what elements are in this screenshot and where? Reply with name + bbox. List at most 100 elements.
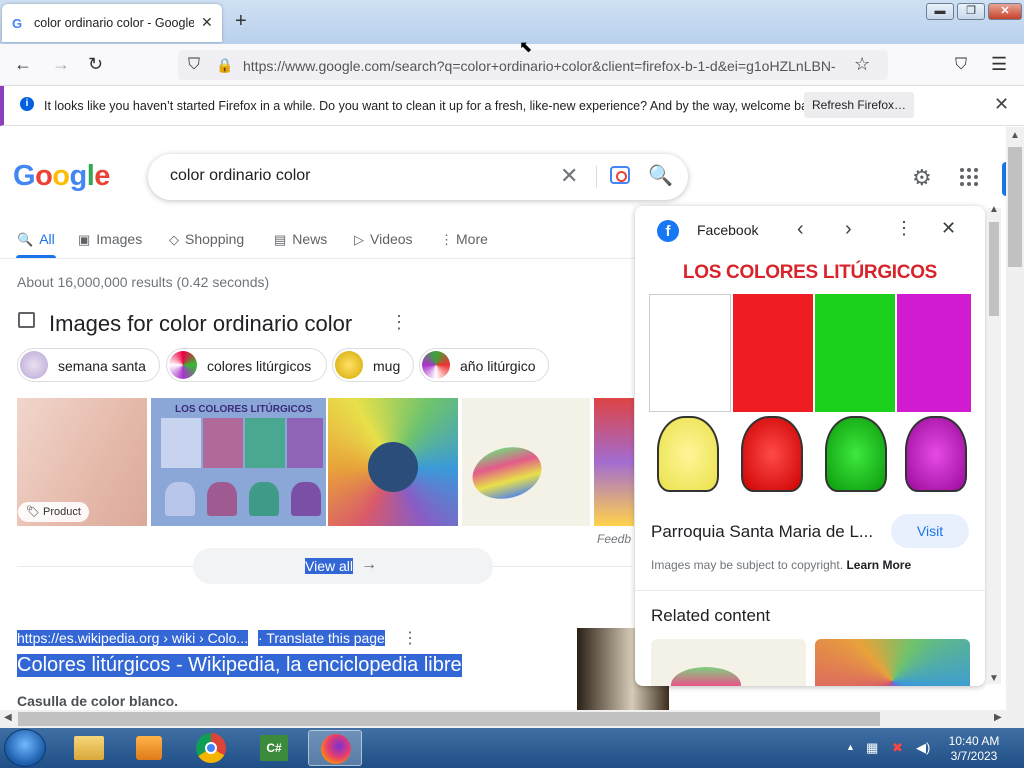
color-block-white (649, 294, 731, 412)
explorer-taskbar-button[interactable] (62, 730, 116, 766)
forward-icon[interactable]: → (52, 54, 70, 75)
page-scroll-thumb[interactable] (1008, 147, 1022, 267)
source-name[interactable]: Facebook (697, 222, 758, 238)
close-notification-icon[interactable]: ✕ (994, 94, 1009, 115)
images-heading[interactable]: Images for color ordinario color (49, 311, 352, 337)
new-tab-button[interactable]: + (235, 10, 247, 33)
gear-icon[interactable]: ⚙ (912, 165, 932, 191)
image-icon: ▣ (78, 232, 91, 247)
scroll-left-icon[interactable]: ◀ (4, 712, 12, 723)
previous-icon[interactable]: ‹ (797, 218, 804, 241)
image-icon (18, 312, 35, 328)
scroll-down-icon[interactable]: ▼ (989, 673, 999, 684)
lock-icon[interactable]: 🔒 (216, 57, 233, 74)
tab-label: More (456, 231, 488, 247)
more-options-icon[interactable]: ⋮ (390, 312, 408, 333)
chip-thumbnail (422, 351, 450, 379)
next-icon[interactable]: › (845, 218, 852, 241)
media-player-taskbar-button[interactable] (122, 730, 176, 766)
chip-mug[interactable]: mug (332, 348, 414, 382)
window-close-button[interactable]: ✕ (988, 3, 1022, 20)
tab-more[interactable]: ⋮ More (440, 231, 488, 248)
visit-button[interactable]: Visit (891, 514, 969, 548)
tab-label: Images (96, 231, 143, 247)
image-result[interactable] (594, 398, 634, 526)
bookmark-star-icon[interactable]: ☆ (854, 54, 870, 75)
close-tab-icon[interactable]: ✕ (201, 14, 213, 31)
vestment-shape (207, 482, 237, 516)
vestment-red (741, 416, 803, 492)
panel-scroll-thumb[interactable] (989, 222, 999, 316)
horizontal-scroll-thumb[interactable] (18, 712, 880, 726)
search-box[interactable]: color ordinario color ✕ 🔍 (148, 154, 688, 200)
network-icon[interactable]: ✖ (892, 740, 903, 756)
google-logo[interactable]: Google (13, 160, 110, 193)
copyright-notice: Images may be subject to copyright. Lear… (651, 558, 911, 572)
image-result[interactable]: LOS COLORES LITÚRGICOS (151, 398, 326, 526)
pocket-icon[interactable]: ⛉ (955, 56, 967, 74)
view-all-button[interactable]: View all → (193, 548, 493, 584)
tag-icon: ◇ (169, 232, 179, 247)
preview-image[interactable]: LOS COLORES LITÚRGICOS (649, 256, 971, 496)
play-icon: ▷ (354, 232, 364, 247)
camera-icon[interactable] (610, 166, 630, 184)
refresh-firefox-button[interactable]: Refresh Firefox… (804, 92, 914, 118)
color-block-green (815, 294, 895, 412)
title-bar: G color ordinario color - Google S ✕ + ▬… (0, 0, 1024, 44)
related-content-heading: Related content (651, 606, 771, 625)
tab-shopping[interactable]: ◇ Shopping (169, 231, 244, 248)
tab-label: Videos (370, 231, 413, 247)
clear-icon[interactable]: ✕ (560, 163, 578, 189)
result-url[interactable]: https://es.wikipedia.org › wiki › Colo..… (17, 630, 249, 646)
divider (596, 166, 597, 188)
related-image[interactable] (651, 639, 806, 686)
divider (635, 590, 985, 591)
clock-time: 10:40 AM (948, 734, 1000, 748)
result-title-link[interactable]: Colores litúrgicos - Wikipedia, la encic… (17, 654, 462, 677)
chrome-taskbar-button[interactable] (184, 730, 238, 766)
scroll-right-icon[interactable]: ▶ (994, 712, 1002, 723)
url-text[interactable]: https://www.google.com/search?q=color+or… (243, 58, 843, 74)
browser-tab[interactable]: G color ordinario color - Google S ✕ (2, 4, 222, 42)
action-center-icon[interactable]: ▦ (866, 740, 878, 756)
system-clock[interactable]: 10:40 AM 3/7/2023 (942, 734, 1006, 764)
search-input[interactable]: color ordinario color (170, 167, 311, 185)
volume-icon[interactable]: ◀) (916, 740, 930, 756)
scroll-up-icon[interactable]: ▲ (989, 204, 999, 215)
search-icon[interactable]: 🔍 (648, 163, 673, 188)
more-options-icon[interactable]: ⋮ (402, 628, 418, 648)
image-result[interactable] (328, 398, 458, 526)
image-result[interactable] (462, 398, 590, 526)
learn-more-link[interactable]: Learn More (846, 558, 911, 572)
csharp-taskbar-button[interactable]: C# (246, 730, 300, 766)
back-icon[interactable]: ← (14, 54, 32, 75)
tab-news[interactable]: ▤ News (274, 231, 327, 248)
tab-all[interactable]: 🔍 All (17, 231, 55, 248)
source-title[interactable]: Parroquia Santa Maria de L... (651, 522, 873, 542)
feedback-link[interactable]: Feedb (597, 532, 631, 546)
firefox-taskbar-button[interactable] (308, 730, 362, 766)
tab-images[interactable]: ▣ Images (78, 231, 142, 248)
close-icon[interactable]: ✕ (941, 218, 956, 239)
taskbar: C# ▲ ▦ ✖ ◀) 10:40 AM 3/7/2023 (0, 728, 1024, 768)
csharp-icon: C# (260, 735, 288, 761)
maximize-button[interactable]: ❐ (957, 3, 985, 20)
start-button[interactable] (4, 729, 46, 767)
chip-ano-liturgico[interactable]: año litúrgico (419, 348, 549, 382)
translate-link[interactable]: · Translate this page (258, 630, 385, 646)
tab-videos[interactable]: ▷ Videos (354, 231, 413, 248)
clock-date: 3/7/2023 (950, 749, 998, 763)
menu-icon[interactable]: ☰ (991, 54, 1007, 75)
shield-icon[interactable]: ⛉ (188, 56, 200, 74)
reload-icon[interactable]: ↻ (88, 54, 103, 75)
related-image[interactable] (815, 639, 970, 686)
scroll-up-icon[interactable]: ▲ (1010, 130, 1020, 141)
show-hidden-icons-icon[interactable]: ▲ (846, 742, 855, 752)
chip-colores-liturgicos[interactable]: colores litúrgicos (166, 348, 327, 382)
chip-semana-santa[interactable]: semana santa (17, 348, 160, 382)
apps-grid-icon[interactable] (960, 168, 978, 186)
minimize-button[interactable]: ▬ (926, 3, 954, 20)
copyright-text: Images may be subject to copyright. (651, 558, 844, 572)
tab-label: All (39, 231, 55, 247)
more-options-icon[interactable]: ⋮ (895, 218, 913, 239)
